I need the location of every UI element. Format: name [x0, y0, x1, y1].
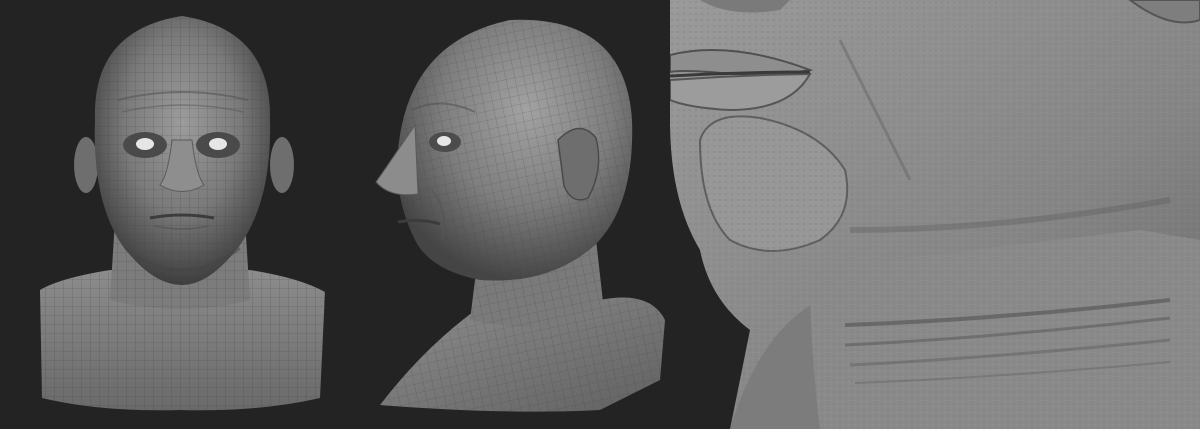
right-eye — [209, 138, 227, 150]
eye — [437, 136, 451, 146]
nose — [375, 123, 419, 196]
front-bust-render — [40, 16, 325, 411]
right-ear — [270, 137, 294, 193]
sculpt-render-canvas — [0, 0, 1200, 429]
close-up-render — [670, 0, 1200, 429]
close-up-view-panel — [670, 0, 1200, 429]
front-view-panel — [0, 0, 360, 429]
three-quarter-view-panel — [360, 0, 670, 429]
left-eye — [136, 138, 154, 150]
three-quarter-bust-render — [375, 19, 665, 412]
left-ear — [74, 137, 98, 193]
